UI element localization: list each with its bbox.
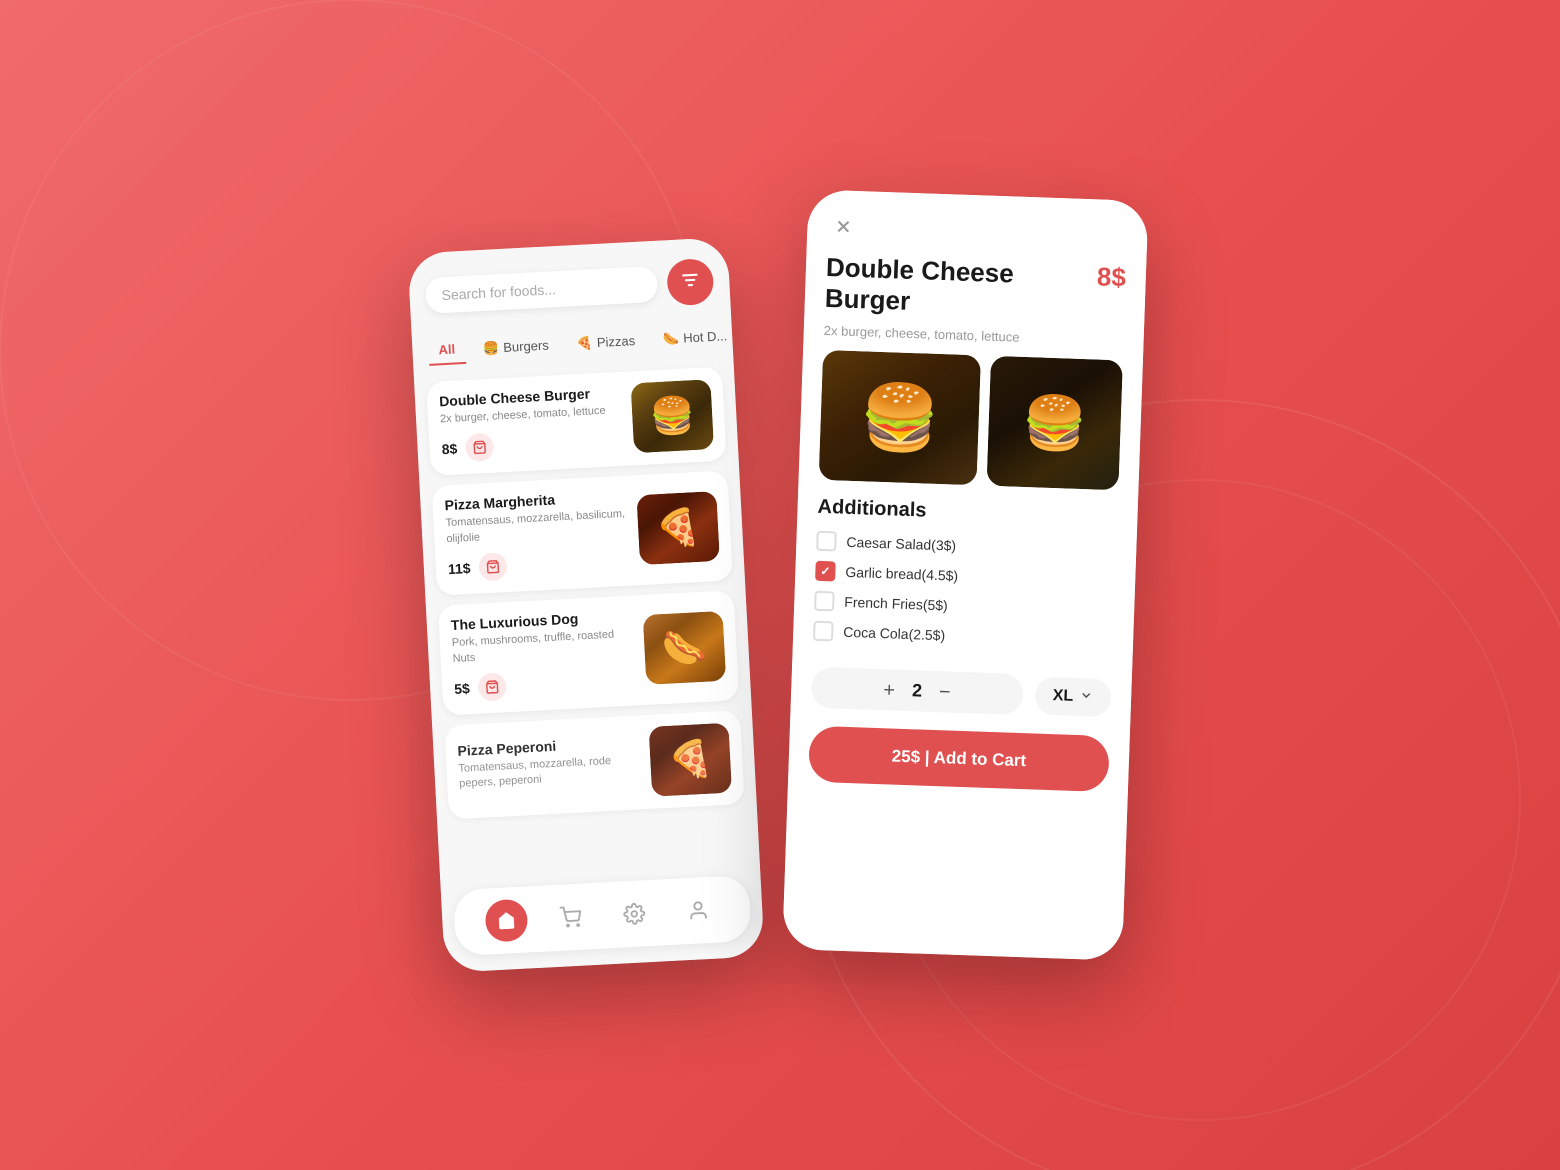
checkbox-cola[interactable] — [813, 621, 834, 642]
quantity-control: + 2 − — [811, 667, 1024, 715]
food-card-pizza[interactable]: Pizza Margherita Tomatensaus, mozzarella… — [432, 471, 733, 596]
additional-garlic-label: Garlic bread(4.5$) — [845, 564, 958, 584]
food-img-pizza2: 🍕 — [649, 723, 733, 797]
close-button[interactable] — [827, 210, 860, 243]
size-selector[interactable]: XL — [1034, 676, 1112, 717]
detail-item-name: Double Cheese Burger — [824, 252, 1046, 322]
category-burgers[interactable]: 🍔 Burgers — [472, 331, 559, 363]
detail-title-row: Double Cheese Burger 8$ — [804, 251, 1146, 330]
food-price-row-burger: 8$ — [441, 426, 624, 463]
add-to-cart-button[interactable]: 25$ | Add to Cart — [808, 726, 1110, 792]
nav-home[interactable] — [484, 899, 528, 943]
category-pizzas[interactable]: 🍕 Pizzas — [566, 326, 646, 358]
add-to-cart-burger[interactable] — [465, 433, 494, 462]
food-price-hotdog: 5$ — [454, 680, 470, 697]
category-pizzas-icon: 🍕 — [576, 335, 593, 352]
category-hotdogs[interactable]: 🌭 Hot D... — [652, 321, 733, 353]
category-burgers-icon: 🍔 — [483, 340, 500, 357]
food-price-row-hotdog: 5$ — [454, 665, 637, 702]
food-price-pizza: 11$ — [448, 560, 471, 577]
food-card-burger[interactable]: Double Cheese Burger 2x burger, cheese, … — [426, 367, 727, 477]
category-pizzas-label: Pizzas — [596, 333, 635, 350]
food-price-row-pizza: 11$ — [447, 546, 630, 583]
order-controls: + 2 − XL — [811, 667, 1112, 718]
food-desc-pizza2: Tomatensaus, mozzarella, rode pepers, pe… — [458, 752, 641, 792]
additional-fries: French Fries(5$) — [814, 591, 1115, 621]
right-phone: Double Cheese Burger 8$ 2x burger, chees… — [782, 189, 1148, 960]
food-info-burger: Double Cheese Burger 2x burger, cheese, … — [439, 384, 624, 464]
food-card-pizza2[interactable]: Pizza Peperoni Tomatensaus, mozzarella, … — [444, 710, 745, 819]
images-row: 🍔 🍔 — [798, 350, 1143, 508]
category-hotdogs-icon: 🌭 — [663, 330, 680, 347]
chevron-down-icon — [1079, 688, 1094, 705]
food-img-hotdog: 🌭 — [643, 611, 727, 685]
detail-item-price: 8$ — [1096, 261, 1126, 293]
additional-cola: Coca Cola(2.5$) — [813, 621, 1114, 651]
add-to-cart-hotdog[interactable] — [477, 672, 506, 701]
food-card-hotdog[interactable]: The Luxurious Dog Pork, mushrooms, truff… — [438, 590, 739, 715]
additional-fries-label: French Fries(5$) — [844, 594, 948, 614]
filter-button[interactable] — [666, 258, 714, 306]
additional-caesar: Caesar Salad(3$) — [816, 531, 1117, 561]
checkbox-garlic[interactable] — [815, 561, 836, 582]
category-all-label: All — [438, 341, 455, 357]
category-hotdogs-label: Hot D... — [683, 328, 728, 345]
filter-icon — [680, 269, 701, 295]
qty-minus-button[interactable]: − — [939, 682, 951, 702]
search-input-wrap[interactable]: Search for foods... — [425, 266, 659, 314]
bottom-nav — [453, 875, 752, 956]
additional-caesar-label: Caesar Salad(3$) — [846, 534, 956, 554]
additionals-section: Additionals Caesar Salad(3$) Garlic brea… — [793, 495, 1138, 662]
left-phone: Search for foods... All 🍔 Burg — [407, 237, 764, 973]
detail-img-main: 🍔 — [819, 350, 982, 485]
checkbox-caesar[interactable] — [816, 531, 837, 552]
food-desc-hotdog: Pork, mushrooms, truffle, roasted Nuts — [451, 627, 634, 667]
checkbox-fries[interactable] — [814, 591, 835, 612]
nav-profile[interactable] — [676, 888, 720, 932]
food-info-pizza2: Pizza Peperoni Tomatensaus, mozzarella, … — [457, 733, 642, 800]
food-img-pizza: 🍕 — [636, 491, 720, 565]
quantity-value: 2 — [907, 680, 928, 702]
food-img-burger: 🍔 — [631, 379, 715, 453]
search-placeholder: Search for foods... — [441, 281, 556, 303]
additional-garlic: Garlic bread(4.5$) — [815, 561, 1116, 591]
category-all[interactable]: All — [428, 335, 466, 366]
nav-settings[interactable] — [612, 892, 656, 936]
add-to-cart-pizza[interactable] — [478, 552, 507, 581]
detail-header — [807, 189, 1149, 263]
category-burgers-label: Burgers — [503, 338, 549, 355]
food-price-burger: 8$ — [441, 441, 457, 458]
qty-plus-button[interactable]: + — [883, 680, 895, 700]
detail-img-secondary: 🍔 — [987, 356, 1123, 491]
food-info-hotdog: The Luxurious Dog Pork, mushrooms, truff… — [451, 608, 637, 703]
food-desc-pizza: Tomatensaus, mozzarella, basilicum, olij… — [445, 507, 628, 547]
food-list: Double Cheese Burger 2x burger, cheese, … — [414, 358, 761, 891]
size-value: XL — [1052, 687, 1073, 706]
nav-cart[interactable] — [548, 895, 592, 939]
additional-cola-label: Coca Cola(2.5$) — [843, 624, 945, 644]
food-info-pizza: Pizza Margherita Tomatensaus, mozzarella… — [444, 488, 630, 583]
add-to-cart-label: 25$ | Add to Cart — [891, 747, 1026, 771]
